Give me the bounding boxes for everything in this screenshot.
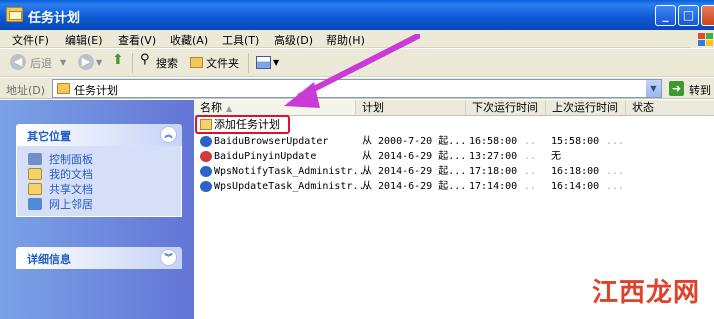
other-places-header[interactable]: 其它位置 ︽	[16, 124, 182, 146]
toolbar-separator	[132, 53, 133, 73]
back-dropdown-icon[interactable]: ▼	[60, 58, 66, 67]
menu-help[interactable]: 帮助(H)	[326, 32, 365, 48]
address-dropdown-icon[interactable]: ▼	[646, 80, 661, 97]
go-arrow-icon[interactable]: ➜	[669, 81, 684, 96]
sidebar-item-control-panel[interactable]: 控制面板	[28, 152, 181, 167]
column-schedule[interactable]: 计划	[356, 100, 466, 115]
window-title: 任务计划	[28, 11, 81, 26]
sidebar-item-my-documents[interactable]: 我的文档	[28, 167, 181, 182]
table-row[interactable]: BaiduBrowserUpdater 从 2000-7-20 起... 16:…	[194, 134, 714, 149]
column-last-run[interactable]: 上次运行时间	[546, 100, 626, 115]
column-next-run[interactable]: 下次运行时间	[466, 100, 546, 115]
address-bar: 地址(D) 任务计划 ▼ ➜ 转到	[0, 78, 714, 99]
details-panel: 详细信息 ︾	[16, 247, 182, 269]
collapse-chevron-icon[interactable]: ︽	[160, 126, 177, 143]
forward-arrow-icon[interactable]: ▶	[78, 54, 94, 70]
sidebar-item-network-places[interactable]: 网上邻居	[28, 197, 181, 212]
menu-favorites[interactable]: 收藏(A)	[170, 32, 208, 48]
forward-dropdown-icon[interactable]: ▼	[96, 58, 102, 67]
menu-tools[interactable]: 工具(T)	[222, 32, 259, 48]
menu-view[interactable]: 查看(V)	[118, 32, 156, 48]
close-button[interactable]	[701, 5, 714, 26]
table-row[interactable]: WpsNotifyTask_Administr... 从 2014-6-29 起…	[194, 164, 714, 179]
menu-edit[interactable]: 编辑(E)	[65, 32, 103, 48]
details-title: 详细信息	[27, 253, 71, 266]
other-places-panel: 其它位置 ︽ 控制面板 我的文档 共享文档 网上邻居	[16, 124, 182, 217]
sidebar-item-shared-documents[interactable]: 共享文档	[28, 182, 181, 197]
menu-file[interactable]: 文件(F)	[12, 32, 49, 48]
toolbar-separator	[248, 53, 249, 73]
back-button[interactable]: 后退	[30, 55, 52, 71]
watermark-text: 江西龙网	[592, 278, 701, 308]
folders-button[interactable]: 文件夹	[206, 55, 239, 71]
address-input[interactable]: 任务计划 ▼	[52, 79, 662, 98]
network-places-icon	[28, 198, 42, 210]
control-panel-icon	[28, 153, 42, 165]
task-icon	[200, 166, 212, 177]
maximize-button[interactable]: □	[678, 5, 699, 26]
address-value: 任务计划	[74, 84, 118, 97]
menu-advanced[interactable]: 高级(D)	[274, 32, 313, 48]
task-pane: 其它位置 ︽ 控制面板 我的文档 共享文档 网上邻居 详细信息 ︾	[0, 100, 194, 319]
task-icon	[200, 136, 212, 147]
table-row[interactable]: BaiduPinyinUpdate 从 2014-6-29 起... 13:27…	[194, 149, 714, 164]
search-icon: ⚲	[140, 52, 150, 67]
windows-logo-icon	[690, 30, 714, 48]
highlight-box	[195, 115, 290, 134]
expand-chevron-icon[interactable]: ︾	[160, 249, 177, 266]
minimize-button[interactable]: _	[655, 5, 676, 26]
title-bar: 任务计划 _ □	[0, 0, 714, 30]
column-status[interactable]: 状态	[626, 100, 714, 115]
column-name[interactable]: 名称 ▲	[194, 100, 356, 115]
my-documents-icon	[28, 168, 42, 180]
details-header[interactable]: 详细信息 ︾	[16, 247, 182, 269]
scheduled-tasks-folder-icon	[6, 7, 23, 22]
task-icon	[200, 181, 212, 192]
shared-documents-icon	[28, 183, 42, 195]
toolbar: ◀ 后退 ▼ ▶ ▼ ⬆ ⚲ 搜索 文件夹 ▼	[0, 49, 714, 77]
up-folder-icon[interactable]: ⬆	[112, 52, 124, 68]
sort-arrow-icon: ▲	[226, 104, 233, 113]
go-button[interactable]: 转到	[689, 82, 711, 98]
folders-icon	[190, 57, 203, 68]
task-icon	[200, 151, 212, 162]
views-dropdown-icon[interactable]: ▼	[273, 58, 279, 67]
back-arrow-icon: ◀	[10, 54, 26, 70]
other-places-list: 控制面板 我的文档 共享文档 网上邻居	[16, 146, 182, 217]
column-header-row: 名称 ▲ 计划 下次运行时间 上次运行时间 状态	[194, 100, 714, 116]
table-row[interactable]: WpsUpdateTask_Administr... 从 2014-6-29 起…	[194, 179, 714, 194]
menu-bar: 文件(F) 编辑(E) 查看(V) 收藏(A) 工具(T) 高级(D) 帮助(H…	[0, 30, 714, 48]
views-icon[interactable]	[256, 56, 271, 69]
search-button[interactable]: 搜索	[156, 55, 178, 71]
watermark-logo: 江西龙网	[572, 270, 714, 319]
address-label: 地址(D)	[6, 84, 46, 97]
other-places-title: 其它位置	[27, 130, 71, 143]
folder-icon	[57, 83, 70, 94]
